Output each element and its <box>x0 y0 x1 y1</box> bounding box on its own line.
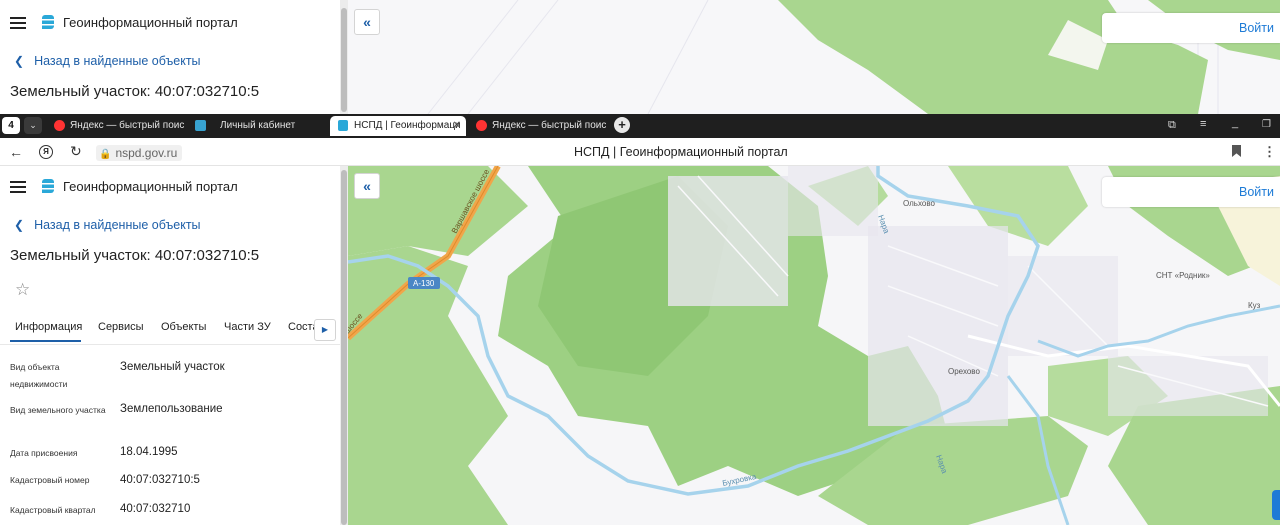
close-tab-icon[interactable]: ✕ <box>453 116 461 136</box>
collections-icon[interactable]: ⧉ <box>1168 119 1176 132</box>
more-menu-icon[interactable]: ⋮ <box>1263 144 1276 160</box>
map-view[interactable]: Варшавское шоссе шоссе А-130 Ольхово Оре… <box>348 166 1280 525</box>
restore-icon[interactable]: ❐ <box>1262 119 1271 130</box>
tab-label: Яндекс — быстрый поиск <box>70 120 184 131</box>
yandex-favicon-icon <box>54 119 65 131</box>
prop-label: Вид объекта недвижимости <box>10 362 68 389</box>
tab-label: Яндекс — быстрый поис <box>492 120 606 131</box>
object-title: Земельный участок: 40:07:032710:5 <box>10 247 260 264</box>
favorite-star-icon[interactable]: ☆ <box>15 280 30 300</box>
tab-nspd-active[interactable]: НСПД | Геоинформаци ✕ <box>330 116 466 136</box>
active-tab-indicator <box>10 340 81 342</box>
back-link-label: Назад в найденные объекты <box>34 54 201 68</box>
tab-label: НСПД | Геоинформаци <box>354 120 461 131</box>
url-text: nspd.gov.ru <box>115 146 178 160</box>
tab-count-badge[interactable]: 4 <box>2 117 20 134</box>
yandex-favicon-icon <box>476 119 487 131</box>
login-button[interactable]: Войти <box>1102 13 1280 43</box>
url-field[interactable]: 🔒 nspd.gov.ru <box>96 145 183 161</box>
tab-yandex-2[interactable]: Яндекс — быстрый поис <box>476 117 606 135</box>
login-button[interactable]: Войти <box>1102 177 1280 207</box>
village-label: Орехово <box>948 367 980 376</box>
menu-icon[interactable] <box>10 17 26 29</box>
info-tabs: Информация Сервисы Объекты Части ЗУ Сост… <box>0 316 340 344</box>
chevron-left-icon: ❮ <box>14 54 25 68</box>
portal-logo-icon <box>42 179 54 193</box>
collapse-panel-button[interactable]: « <box>354 9 380 35</box>
prop-value: 40:07:032710:5 <box>120 474 200 486</box>
prop-label: Кадастровый квартал <box>10 505 96 515</box>
new-tab-icon[interactable]: + <box>614 117 630 133</box>
prop-label: Вид земельного участка <box>10 405 106 415</box>
road-code-label: А-130 <box>413 279 435 288</box>
lock-icon: 🔒 <box>99 149 112 160</box>
tabs-dropdown-icon[interactable]: ⌄ <box>24 117 42 134</box>
village-label: Куз <box>1248 301 1261 310</box>
yandex-browser-icon[interactable]: Я <box>39 145 53 159</box>
back-link-label: Назад в найденные объекты <box>34 218 201 232</box>
back-arrow-icon[interactable]: ← <box>9 144 23 160</box>
collapse-panel-button[interactable]: « <box>354 173 380 199</box>
map-side-control[interactable] <box>1272 490 1280 520</box>
menu-icon[interactable] <box>10 181 26 193</box>
tab-yandex-1[interactable]: Яндекс — быстрый поиск <box>54 117 184 135</box>
prop-value: Землепользование <box>120 403 223 415</box>
map-canvas: Варшавское шоссе шоссе А-130 Ольхово Оре… <box>348 166 1280 525</box>
reload-icon[interactable]: ↻ <box>70 143 82 160</box>
tab-services[interactable]: Сервисы <box>98 321 144 333</box>
portal-title: Геоинформационный портал <box>63 179 238 194</box>
tab-personal-cabinet[interactable]: Личный кабинет <box>195 117 325 135</box>
tab-information[interactable]: Информация <box>15 321 82 333</box>
minimize-icon[interactable]: _ <box>1232 117 1238 129</box>
browser-tab-bar <box>0 114 1280 138</box>
prop-label: Кадастровый номер <box>10 475 90 485</box>
tab-objects[interactable]: Объекты <box>161 321 206 333</box>
back-link[interactable]: ❮ Назад в найденные объекты <box>14 54 201 68</box>
chevron-left-icon: ❮ <box>14 218 25 232</box>
prop-value: 40:07:032710 <box>120 503 191 515</box>
top-info-panel: Геоинформационный портал ❮ Назад в найден… <box>0 0 340 114</box>
browser-menu-icon[interactable]: ≡ <box>1200 118 1206 130</box>
prop-value: Земельный участок <box>120 361 225 373</box>
snt-label: СНТ «Родник» <box>1156 271 1210 280</box>
portal-title: Геоинформационный портал <box>63 15 238 30</box>
panel-scrollbar-thumb[interactable] <box>341 8 347 112</box>
page-title: НСПД | Геоинформационный портал <box>574 145 788 159</box>
back-link[interactable]: ❮ Назад в найденные объекты <box>14 218 201 232</box>
portal-logo-icon <box>42 15 54 29</box>
village-label: Ольхово <box>903 199 935 208</box>
prop-value: 18.04.1995 <box>120 446 178 458</box>
cabinet-favicon-icon <box>195 119 206 131</box>
tab-label: Личный кабинет <box>220 120 296 131</box>
panel-scrollbar-thumb[interactable] <box>341 170 347 525</box>
nspd-favicon-icon <box>338 119 348 131</box>
object-title: Земельный участок: 40:07:032710:5 <box>10 83 260 100</box>
tab-parts[interactable]: Части ЗУ <box>224 321 271 333</box>
tabs-scroll-right-button[interactable]: ▶ <box>314 319 336 341</box>
tabs-divider <box>0 344 340 345</box>
prop-label: Дата присвоения <box>10 448 78 458</box>
